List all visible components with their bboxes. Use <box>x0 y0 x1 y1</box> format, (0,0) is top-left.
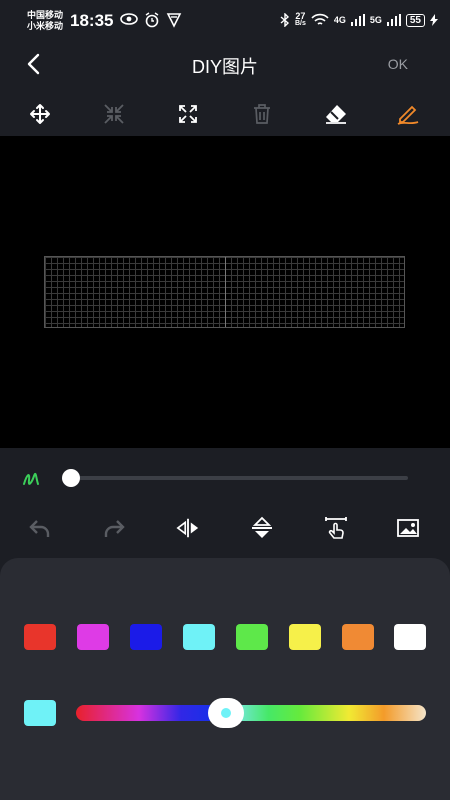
signal-2-label: 5G <box>369 15 382 25</box>
color-swatch[interactable] <box>394 624 426 650</box>
image-button[interactable] <box>396 516 420 540</box>
color-panel <box>0 558 450 800</box>
color-swatch[interactable] <box>236 624 268 650</box>
expand-tool-button[interactable] <box>176 102 200 126</box>
brush-size-handle[interactable] <box>62 469 80 487</box>
shrink-tool-button[interactable] <box>102 102 126 126</box>
color-swatch[interactable] <box>77 624 109 650</box>
color-swatch[interactable] <box>24 624 56 650</box>
color-swatch[interactable] <box>130 624 162 650</box>
image-icon <box>397 519 419 537</box>
carrier-1: 中国移动 <box>27 10 64 20</box>
bluetooth-icon <box>280 13 289 27</box>
signal-2-icon <box>386 14 401 26</box>
hue-slider-handle[interactable] <box>208 698 244 728</box>
status-bar: 中国移动 小米移动 18:35 27 B/s 4G 5G 55 <box>0 0 450 40</box>
pen-tool-button[interactable] <box>396 102 420 126</box>
color-swatch[interactable] <box>342 624 374 650</box>
drawing-canvas[interactable] <box>0 136 450 448</box>
hue-handle-dot <box>221 708 231 718</box>
action-row <box>0 510 450 544</box>
signal-1-label: 4G <box>333 15 346 25</box>
battery-level: 55 <box>405 13 425 27</box>
color-swatch[interactable] <box>289 624 321 650</box>
eraser-icon <box>326 105 346 124</box>
flip-vertical-icon <box>252 516 272 538</box>
signal-1-icon <box>350 14 365 26</box>
shrink-icon <box>104 104 124 124</box>
flip-vertical-button[interactable] <box>250 516 274 540</box>
touch-select-button[interactable] <box>324 516 348 540</box>
carrier-labels: 中国移动 小米移动 <box>27 10 63 32</box>
network-speed: 27 B/s <box>294 11 306 28</box>
move-icon <box>30 104 50 124</box>
brush-size-row <box>0 460 450 494</box>
redo-button[interactable] <box>102 516 126 540</box>
eye-icon <box>120 13 138 25</box>
vpn-shield-icon <box>166 13 182 28</box>
edit-toolbar <box>0 96 450 132</box>
alarm-icon <box>145 12 159 28</box>
pen-icon <box>397 105 419 125</box>
flip-horizontal-button[interactable] <box>176 516 200 540</box>
title-bar: DIY图片 OK <box>0 40 450 88</box>
wifi-icon <box>311 13 329 25</box>
undo-icon <box>29 520 50 537</box>
move-tool-button[interactable] <box>28 102 52 126</box>
status-time: 18:35 <box>70 11 114 30</box>
brush-stroke-icon <box>23 472 39 485</box>
brush-size-track[interactable] <box>68 476 408 480</box>
color-swatch[interactable] <box>183 624 215 650</box>
touch-select-icon <box>325 517 347 539</box>
ok-button[interactable]: OK <box>388 56 408 72</box>
undo-button[interactable] <box>28 516 52 540</box>
charging-icon <box>430 14 438 26</box>
pixel-grid[interactable] <box>44 256 405 328</box>
expand-icon <box>179 105 197 123</box>
eraser-tool-button[interactable] <box>324 102 348 126</box>
carrier-2: 小米移动 <box>27 21 64 31</box>
flip-horizontal-icon <box>176 518 199 538</box>
page-title: DIY图片 <box>191 57 258 77</box>
delete-tool-button[interactable] <box>250 102 274 126</box>
delete-icon <box>254 104 270 124</box>
grid-divider <box>225 257 226 327</box>
redo-icon <box>104 520 125 537</box>
current-color-swatch[interactable] <box>24 700 56 726</box>
hue-slider-track[interactable] <box>76 705 426 721</box>
